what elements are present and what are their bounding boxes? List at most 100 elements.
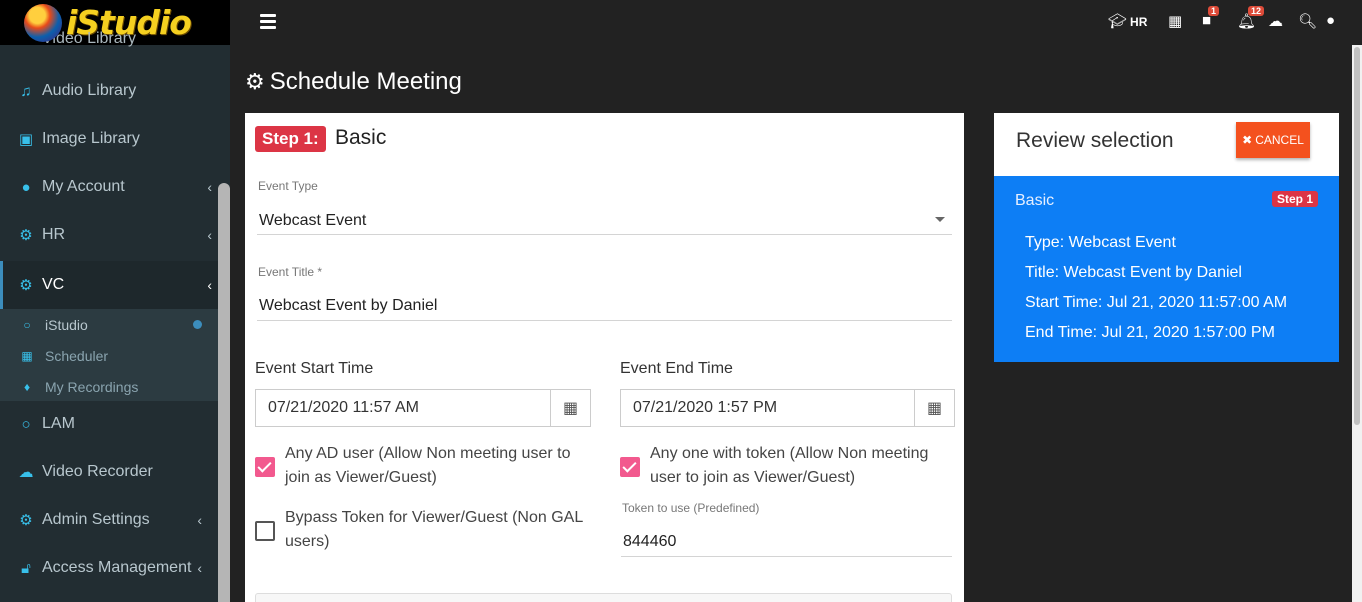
label-line: Any AD user (Allow Non meeting user to: [285, 445, 571, 462]
review-section-title: Basic: [1015, 192, 1055, 209]
bypass-token-checkbox[interactable]: [255, 521, 275, 541]
menu-toggle-icon[interactable]: [260, 14, 276, 32]
review-type: Type: Webcast Event: [1025, 234, 1176, 251]
chevron-down-icon: ‹: [207, 277, 212, 293]
user-icon: ●: [21, 178, 31, 196]
event-title-input[interactable]: Webcast Event by Daniel: [259, 297, 437, 315]
sidebar-scrollbar[interactable]: [218, 183, 230, 602]
logo-icon: [24, 3, 62, 42]
sidebar-item-lam[interactable]: ○ LAM: [0, 400, 218, 448]
sidebar-item-audio-library[interactable]: ♫ Audio Library: [0, 67, 218, 115]
scroll-thumb[interactable]: [1354, 47, 1360, 425]
sidebar-item-label: LAM: [42, 415, 75, 432]
step-badge: Step 1:: [255, 126, 326, 152]
any-ad-user-checkbox[interactable]: [255, 457, 275, 477]
sidebar-subitem-istudio[interactable]: ○ iStudio: [0, 309, 218, 340]
sidebar-item-label: Video Recorder: [42, 463, 153, 480]
any-ad-user-label[interactable]: Any AD user (Allow Non meeting user to j…: [285, 442, 570, 490]
cloud-upload-icon[interactable]: ☁: [1268, 12, 1283, 30]
review-end-time: End Time: Jul 21, 2020 1:57:00 PM: [1025, 324, 1275, 341]
bell-icon[interactable]: 🔔︎ 12: [1237, 6, 1265, 30]
sidebar-item-label: My Account: [42, 178, 125, 195]
chevron-left-icon: ‹: [197, 560, 202, 576]
microphone-icon: ♦: [23, 379, 31, 394]
event-type-label: Event Type: [258, 179, 318, 193]
sidebar-item-admin-settings[interactable]: ⚙ Admin Settings ‹: [0, 496, 218, 544]
calendar-icon[interactable]: ▦: [550, 390, 590, 426]
sidebar-item-label: Admin Settings: [42, 511, 150, 528]
any-token-checkbox[interactable]: [620, 457, 640, 477]
sidebar-item-label: Access Management: [42, 559, 192, 576]
image-icon: ▣: [18, 131, 34, 148]
next-section-box: [255, 593, 952, 602]
any-token-label[interactable]: Any one with token (Allow Non meeting us…: [650, 442, 928, 490]
sidebar-item-vc[interactable]: ⚙ VC ‹: [0, 261, 218, 309]
sidebar-item-video-recorder[interactable]: ☁ Video Recorder: [0, 448, 218, 496]
sidebar-subitem-label: My Recordings: [45, 378, 139, 395]
chevron-left-icon: ‹: [207, 179, 212, 195]
sidebar-item-access-management[interactable]: 🔓︎ Access Management ‹: [0, 544, 218, 592]
event-start-input[interactable]: 07/21/2020 11:57 AM: [256, 399, 550, 417]
lock-icon: 🔓︎: [21, 559, 31, 577]
user-icon[interactable]: ●: [1326, 12, 1335, 29]
event-start-field[interactable]: 07/21/2020 11:57 AM ▦: [255, 389, 591, 427]
cogs-icon: ⚙: [19, 227, 33, 244]
label-line: users): [285, 533, 330, 550]
circle-icon: ○: [23, 317, 31, 332]
chevron-left-icon: ‹: [197, 512, 202, 528]
sidebar: ♫ Audio Library ▣ Image Library ● My Acc…: [0, 0, 230, 602]
label-line: join as Viewer/Guest): [285, 469, 437, 486]
sidebar-item-image-library[interactable]: ▣ Image Library: [0, 115, 218, 163]
chevron-left-icon: ‹: [207, 227, 212, 243]
cogs-icon: ⚙: [19, 512, 33, 529]
token-label: Token to use (Predefined): [622, 501, 760, 515]
sidebar-item-label: Image Library: [42, 130, 140, 147]
sidebar-subitem-label: Scheduler: [45, 347, 109, 364]
sidebar-item-my-account[interactable]: ● My Account ‹: [0, 163, 218, 211]
cancel-button[interactable]: ✖ CANCEL: [1236, 122, 1310, 158]
divider: [257, 234, 952, 235]
event-title-label: Event Title *: [258, 265, 323, 279]
sidebar-item-label: HR: [42, 226, 66, 243]
messages-icon[interactable]: ■ 1: [1202, 6, 1220, 29]
divider: [621, 556, 952, 557]
review-start-time: Start Time: Jul 21, 2020 11:57:00 AM: [1025, 294, 1288, 311]
event-end-input[interactable]: 07/21/2020 1:57 PM: [621, 399, 914, 417]
sidebar-item-label: Audio Library: [42, 82, 137, 99]
event-type-select[interactable]: Webcast Event: [259, 212, 366, 230]
review-title: Review selection: [1016, 129, 1174, 152]
graduation-cap-icon: 🎓︎: [1108, 13, 1128, 30]
calendar-icon[interactable]: ▦: [914, 390, 954, 426]
active-indicator-dot: [193, 320, 202, 329]
bypass-token-label[interactable]: Bypass Token for Viewer/Guest (Non GAL u…: [285, 506, 583, 554]
label-line: Any one with token (Allow Non meeting: [650, 445, 929, 462]
review-title-line: Title: Webcast Event by Daniel: [1025, 264, 1242, 281]
page-scrollbar[interactable]: [1352, 45, 1362, 602]
page-title: ⚙ Schedule Meeting: [245, 68, 462, 96]
page-title-text: Schedule Meeting: [269, 68, 462, 95]
dropdown-caret-icon[interactable]: [935, 217, 945, 222]
review-summary: Basic Step 1 Type: Webcast Event Title: …: [994, 176, 1339, 362]
event-start-label: Event Start Time: [255, 360, 374, 377]
review-step-badge: Step 1: [1272, 191, 1319, 207]
label-line: user to join as Viewer/Guest): [650, 469, 856, 486]
messages-badge: 1: [1208, 6, 1220, 16]
event-end-field[interactable]: 07/21/2020 1:57 PM ▦: [620, 389, 955, 427]
sidebar-subitem-scheduler[interactable]: ▦ Scheduler: [0, 340, 218, 371]
schedule-form-panel: Step 1: Basic Event Type Webcast Event E…: [245, 113, 964, 602]
top-navbar: 🎓︎ HR ▦ ■ 1 🔔︎ 12 ☁ 🔍︎ ●: [230, 0, 1362, 45]
music-icon: ♫: [20, 82, 32, 100]
calendar-icon[interactable]: ▦: [1168, 12, 1182, 30]
search-icon[interactable]: 🔍︎: [1298, 12, 1317, 30]
divider: [257, 320, 952, 321]
hr-menu[interactable]: 🎓︎ HR: [1108, 12, 1147, 30]
token-input[interactable]: 844460: [623, 533, 676, 551]
circle-icon: ○: [21, 415, 31, 433]
brand-logo[interactable]: Video Library iStudio: [0, 0, 230, 47]
review-selection-panel: Review selection ✖ CANCEL Basic Step 1 T…: [994, 113, 1339, 362]
step-title: Basic: [335, 126, 387, 149]
sidebar-subitem-my-recordings[interactable]: ♦ My Recordings: [0, 371, 218, 402]
cloud-upload-icon: ☁: [18, 464, 34, 481]
label-line: Bypass Token for Viewer/Guest (Non GAL: [285, 509, 584, 526]
sidebar-item-hr[interactable]: ⚙ HR ‹: [0, 211, 218, 259]
